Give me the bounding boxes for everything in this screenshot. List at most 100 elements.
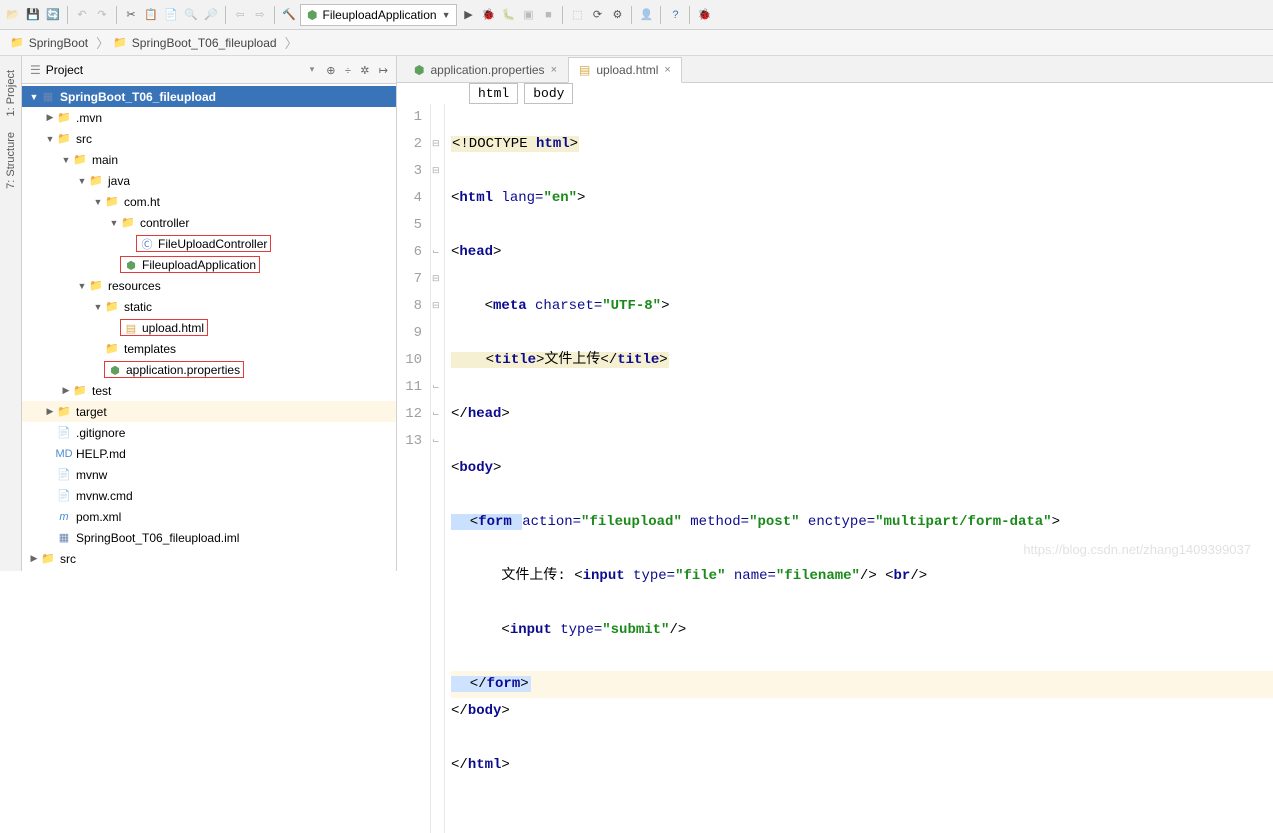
twist-icon[interactable]: ▼ xyxy=(76,176,88,186)
close-icon[interactable]: × xyxy=(664,64,670,76)
tree-item[interactable]: ▼📁main xyxy=(22,149,396,170)
collapse-icon[interactable]: ⊕ xyxy=(326,65,335,77)
tab-label: upload.html xyxy=(596,63,658,77)
tree-item-file[interactable]: 📄.gitignore xyxy=(22,422,396,443)
tree-item[interactable]: ▶📁.mvn xyxy=(22,107,396,128)
code-tok: meta xyxy=(493,298,535,314)
tree-item[interactable]: ▶📁test xyxy=(22,380,396,401)
vcs-icon[interactable]: ⬚ xyxy=(568,6,586,24)
back-icon[interactable]: ⇦ xyxy=(231,6,249,24)
tree-label: templates xyxy=(124,342,176,356)
chevron-right-icon: 〉 xyxy=(285,33,298,52)
code-tok: title xyxy=(617,352,659,368)
line-num: 1 xyxy=(397,104,422,131)
tree-item[interactable]: ▶📁target xyxy=(22,401,396,422)
tree-item[interactable]: ▼📁com.ht xyxy=(22,191,396,212)
copy-icon[interactable]: 📋 xyxy=(142,6,160,24)
project-panel-title[interactable]: ☰ Project ▾ xyxy=(30,63,314,77)
debug-tool-icon[interactable]: 🐞 xyxy=(695,6,713,24)
tree-item[interactable]: ▶📁src xyxy=(22,548,396,569)
tree-label: src xyxy=(76,132,92,146)
twist-icon[interactable]: ▶ xyxy=(44,406,56,417)
reload-icon[interactable]: 🔄 xyxy=(44,6,62,24)
user-icon[interactable]: 👤 xyxy=(637,6,655,24)
code-tok: "en" xyxy=(543,190,577,206)
twist-icon[interactable]: ▶ xyxy=(44,112,56,123)
find-icon[interactable]: 🔍 xyxy=(182,6,200,24)
profile-icon[interactable]: ▣ xyxy=(519,6,537,24)
stop-icon[interactable]: ■ xyxy=(539,6,557,24)
fold-icon[interactable]: ⊟ xyxy=(432,158,440,185)
run-icon[interactable]: ▶ xyxy=(459,6,477,24)
undo-icon[interactable]: ↶ xyxy=(73,6,91,24)
fold-icon[interactable]: ⌙ xyxy=(432,428,440,455)
tree-item-file[interactable]: 📄mvnw xyxy=(22,464,396,485)
paste-icon[interactable]: 📄 xyxy=(162,6,180,24)
fold-icon[interactable]: ⊟ xyxy=(432,293,440,320)
fold-icon[interactable]: ⊟ xyxy=(432,266,440,293)
package-icon: 📁 xyxy=(120,216,136,229)
hide-icon[interactable]: ↦ xyxy=(379,65,388,77)
coverage-icon[interactable]: 🐛 xyxy=(499,6,517,24)
twist-icon[interactable]: ▼ xyxy=(60,155,72,165)
fold-icon[interactable]: ⌙ xyxy=(432,374,440,401)
code-editor[interactable]: 1 2 3 4 5 6 7 8 9 10 11 12 13 ⊟ ⊟ ⌙ ⊟ ⊟ … xyxy=(397,104,1273,833)
editor-tab-active[interactable]: ▤ upload.html × xyxy=(568,57,682,83)
redo-icon[interactable]: ↷ xyxy=(93,6,111,24)
expand-icon[interactable]: ÷ xyxy=(345,65,351,77)
tree-root[interactable]: ▼ ▦ SpringBoot_T06_fileupload xyxy=(22,86,396,107)
cut-icon[interactable]: ✂ xyxy=(122,6,140,24)
fold-icon[interactable]: ⊟ xyxy=(432,131,440,158)
twist-icon[interactable]: ▼ xyxy=(92,197,104,207)
tree-item-file[interactable]: mpom.xml xyxy=(22,506,396,527)
tree-item-class[interactable]: ⒸFileUploadController xyxy=(22,233,396,254)
tree-item[interactable]: ▼📁resources xyxy=(22,275,396,296)
close-icon[interactable]: × xyxy=(551,64,557,76)
debug-icon[interactable]: 🐞 xyxy=(479,6,497,24)
run-config-dropdown[interactable]: ⬢ FileuploadApplication ▼ xyxy=(300,4,457,26)
side-tab-project[interactable]: 1: Project xyxy=(3,62,19,124)
tree-item-file[interactable]: 📄mvnw.cmd xyxy=(22,485,396,506)
chevron-down-icon: ▼ xyxy=(442,10,451,20)
tree-item[interactable]: ▼📁src xyxy=(22,128,396,149)
settings-icon[interactable]: ⚙ xyxy=(608,6,626,24)
code-tok: title xyxy=(494,352,536,368)
editor-tab[interactable]: ⬢ application.properties × xyxy=(403,56,568,82)
twist-icon[interactable]: ▶ xyxy=(60,385,72,396)
twist-icon[interactable]: ▶ xyxy=(28,553,40,564)
breadcrumb-module[interactable]: 📁 SpringBoot_T06_fileupload xyxy=(109,34,284,52)
side-tab-structure[interactable]: 7: Structure xyxy=(3,124,19,197)
twist-icon[interactable]: ▼ xyxy=(108,218,120,228)
tree-item-file[interactable]: ⬢application.properties xyxy=(22,359,396,380)
twist-icon[interactable]: ▼ xyxy=(28,92,40,102)
tree-item-file[interactable]: MDHELP.md xyxy=(22,443,396,464)
project-tree[interactable]: ▼ ▦ SpringBoot_T06_fileupload ▶📁.mvn ▼📁s… xyxy=(22,84,396,571)
save-icon[interactable]: 💾 xyxy=(24,6,42,24)
forward-icon[interactable]: ⇨ xyxy=(251,6,269,24)
gear-icon[interactable]: ✲ xyxy=(360,65,369,77)
path-segment[interactable]: body xyxy=(524,83,573,104)
build-icon[interactable]: 🔨 xyxy=(280,6,298,24)
tree-label: src xyxy=(60,552,76,566)
code-tok: < xyxy=(453,514,478,530)
update-icon[interactable]: ⟳ xyxy=(588,6,606,24)
code-body[interactable]: <!DOCTYPE html> <html lang="en"> <head> … xyxy=(445,104,1273,833)
breadcrumb-root[interactable]: 📁 SpringBoot xyxy=(6,34,96,52)
tree-item-class[interactable]: ⬢FileuploadApplication xyxy=(22,254,396,275)
folder-icon: 📁 xyxy=(104,342,120,355)
fold-icon[interactable]: ⌙ xyxy=(432,239,440,266)
fold-icon[interactable]: ⌙ xyxy=(432,401,440,428)
replace-icon[interactable]: 🔎 xyxy=(202,6,220,24)
tree-item[interactable]: ▼📁java xyxy=(22,170,396,191)
twist-icon[interactable]: ▼ xyxy=(76,281,88,291)
tree-item[interactable]: 📁 templates xyxy=(22,338,396,359)
tree-item[interactable]: ▼📁controller xyxy=(22,212,396,233)
tree-item[interactable]: ▼📁static xyxy=(22,296,396,317)
tree-item-file[interactable]: ▦SpringBoot_T06_fileupload.iml xyxy=(22,527,396,548)
tree-item-file[interactable]: ▤upload.html xyxy=(22,317,396,338)
twist-icon[interactable]: ▼ xyxy=(92,302,104,312)
help-icon[interactable]: ? xyxy=(666,6,684,24)
open-icon[interactable]: 📂 xyxy=(4,6,22,24)
twist-icon[interactable]: ▼ xyxy=(44,134,56,144)
path-segment[interactable]: html xyxy=(469,83,518,104)
